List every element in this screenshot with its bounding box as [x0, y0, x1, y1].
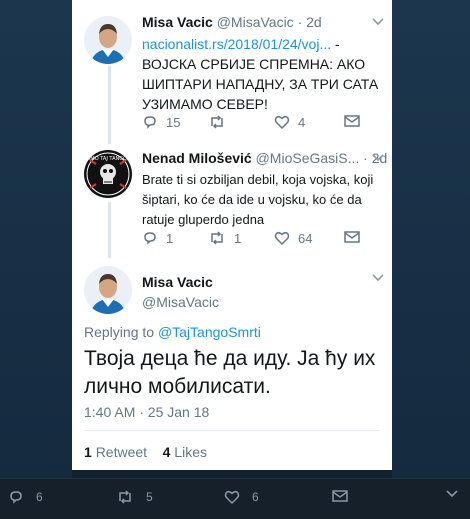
tweet-text: Brate ti si ozbiljan debil, koja vojska,…	[142, 170, 380, 230]
like-button[interactable]: 64	[274, 230, 312, 246]
retweets-stat[interactable]: 1 Retweet	[84, 444, 147, 460]
link-suffix: -	[331, 36, 340, 52]
retweets-count: 1	[84, 444, 92, 460]
like-button[interactable]: 6	[224, 489, 259, 505]
bottom-action-bar: 6 5 6	[0, 478, 470, 519]
retweet-icon	[211, 115, 223, 129]
like-count: 64	[298, 230, 313, 246]
tweet-link[interactable]: nacionalist.rs/2018/01/24/voj...	[142, 36, 331, 52]
tweet-text: nacionalist.rs/2018/01/24/voj... - ВОЈСК…	[142, 34, 380, 114]
reply-count: 15	[166, 114, 181, 130]
author-name[interactable]: Misa Vacic	[142, 14, 213, 30]
tweet-header: Misa Vacic @MisaVacic	[142, 274, 219, 310]
envelope-icon	[332, 490, 348, 502]
author-handle[interactable]: @MisaVacic	[217, 14, 294, 30]
retweets-label: Retweet	[95, 444, 148, 460]
reply-icon	[144, 232, 156, 245]
chevron-down-icon[interactable]	[372, 272, 384, 286]
separator: ·	[363, 150, 368, 166]
replying-to-handle[interactable]: @TajTangoSmrti	[158, 324, 261, 340]
like-count: 6	[252, 490, 259, 504]
tweet-header: Nenad Milošević @MioSeGasiS... · 2d	[142, 150, 387, 166]
tweet-thread-card: Misa Vacic @MisaVacic · 2d nacionalist.r…	[72, 0, 392, 470]
likes-stat[interactable]: 4 Likes	[163, 444, 207, 460]
chevron-down-icon[interactable]	[446, 489, 458, 499]
retweet-icon	[211, 231, 223, 245]
tweet-1[interactable]: Misa Vacic @MisaVacic · 2d nacionalist.r…	[72, 14, 392, 134]
dm-button[interactable]	[344, 230, 360, 244]
retweet-icon	[119, 490, 131, 504]
reply-button[interactable]: 15	[142, 114, 180, 130]
avatar-misa-vacic[interactable]	[84, 16, 132, 64]
replying-to-label: Replying to	[84, 324, 155, 340]
like-count: 4	[298, 114, 306, 130]
retweet-count: 1	[234, 230, 242, 246]
background-left	[0, 0, 72, 478]
reply-button[interactable]: 1	[142, 230, 173, 246]
retweet-button[interactable]	[208, 114, 234, 130]
retweet-button[interactable]: 5	[116, 489, 153, 505]
reply-icon	[144, 116, 156, 129]
tweet-2[interactable]: IMO TAJ TANGO Nenad Milošević @MioSeGasi…	[72, 150, 392, 250]
author-handle[interactable]: @MisaVacic	[142, 294, 219, 310]
avatar-misa-vacic[interactable]	[84, 266, 132, 314]
author-name[interactable]: Nenad Milošević	[142, 150, 252, 166]
heart-icon	[224, 490, 240, 505]
envelope-icon	[344, 115, 360, 127]
tweet-timestamp[interactable]: 1:40 AM · 25 Jan 18	[84, 404, 209, 420]
heart-icon	[274, 115, 290, 130]
like-button[interactable]: 4	[274, 114, 305, 130]
tweet-body: Brate ti si ozbiljan debil, koja vojska,…	[142, 172, 374, 227]
avatar-nenad-milosevic[interactable]: IMO TAJ TANGO	[84, 150, 132, 198]
likes-count: 4	[162, 444, 171, 460]
dm-button[interactable]	[344, 114, 360, 128]
main-tweet[interactable]: Misa Vacic @MisaVacic	[72, 264, 392, 324]
tweet-header: Misa Vacic @MisaVacic · 2d	[142, 14, 322, 30]
envelope-icon	[344, 231, 360, 243]
retweet-button[interactable]: 1	[208, 230, 241, 246]
main-tweet-text: Твоја деца ће да иду. Ја ћу их лично моб…	[84, 347, 376, 398]
dm-button[interactable]	[332, 489, 348, 503]
reply-icon	[10, 491, 22, 504]
reply-count: 6	[36, 490, 43, 504]
likes-label: Likes	[174, 444, 207, 460]
reply-button[interactable]: 6	[8, 489, 43, 505]
replying-to: Replying to @TajTangoSmrti	[84, 324, 261, 340]
separator: ·	[297, 14, 303, 30]
divider	[84, 430, 380, 431]
reply-count: 1	[166, 230, 174, 246]
heart-icon	[274, 231, 290, 246]
background-right	[392, 0, 470, 478]
author-name[interactable]: Misa Vacic	[142, 274, 219, 290]
chevron-down-icon[interactable]	[372, 152, 384, 166]
tweet-stats: 1 Retweet 4 Likes	[84, 444, 207, 460]
retweet-count: 5	[146, 490, 153, 504]
avatar-text: IMO TAJ TANGO	[89, 156, 127, 162]
tweet-time[interactable]: 2d	[306, 14, 322, 30]
tweet-body: ВОЈСКА СРБИЈЕ СПРЕМНА: АКО ШИПТАРИ НАПАД…	[142, 56, 379, 112]
chevron-down-icon[interactable]	[372, 16, 384, 30]
author-handle[interactable]: @MioSeGasiS...	[256, 150, 360, 166]
